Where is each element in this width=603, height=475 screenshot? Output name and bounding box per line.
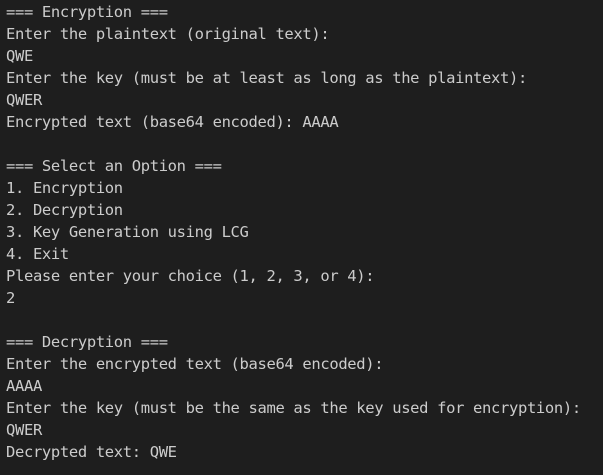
plaintext-input-value: QWE	[6, 47, 33, 65]
ciphertext-prompt: Enter the encrypted text (base64 encoded…	[6, 355, 384, 373]
decrypted-result: Decrypted text: QWE	[6, 443, 177, 461]
encryption-header: === Encryption ===	[6, 3, 168, 21]
choice-prompt: Please enter your choice (1, 2, 3, or 4)…	[6, 267, 375, 285]
menu-option-encryption: 1. Encryption	[6, 179, 123, 197]
menu-option-decryption: 2. Decryption	[6, 201, 123, 219]
decryption-key-value: QWER	[6, 421, 42, 439]
terminal-output[interactable]: === Encryption === Enter the plaintext (…	[0, 0, 603, 475]
plaintext-prompt: Enter the plaintext (original text):	[6, 25, 330, 43]
menu-option-exit: 4. Exit	[6, 245, 69, 263]
choice-value: 2	[6, 289, 15, 307]
menu-option-key-generation: 3. Key Generation using LCG	[6, 223, 249, 241]
decryption-header: === Decryption ===	[6, 333, 168, 351]
encrypted-result: Encrypted text (base64 encoded): AAAA	[6, 113, 339, 131]
encryption-key-value: QWER	[6, 91, 42, 109]
encryption-key-prompt: Enter the key (must be at least as long …	[6, 69, 527, 87]
decryption-key-prompt: Enter the key (must be the same as the k…	[6, 399, 581, 417]
menu-header: === Select an Option ===	[6, 157, 222, 175]
ciphertext-input-value: AAAA	[6, 377, 42, 395]
